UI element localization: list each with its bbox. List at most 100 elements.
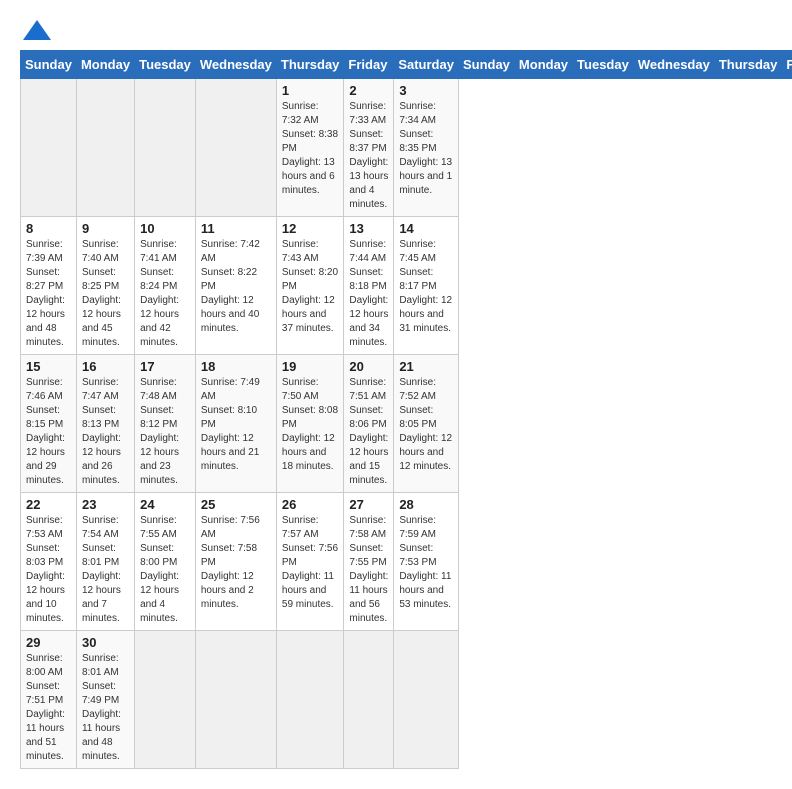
calendar-week-row: 8 Sunrise: 7:39 AMSunset: 8:27 PMDaylight… <box>21 217 792 355</box>
day-info: Sunrise: 8:01 AMSunset: 7:49 PMDaylight:… <box>82 652 129 764</box>
calendar-day-cell: 27 Sunrise: 7:58 AMSunset: 7:55 PMDayligh… <box>344 493 394 631</box>
day-number: 1 <box>282 83 339 98</box>
empty-day-cell <box>195 79 276 217</box>
day-number: 16 <box>82 359 129 374</box>
calendar-header-row: SundayMondayTuesdayWednesdayThursdayFrid… <box>21 51 792 79</box>
day-info: Sunrise: 7:52 AMSunset: 8:05 PMDaylight:… <box>399 376 453 474</box>
page-header <box>20 20 772 40</box>
day-of-week-friday: Friday <box>344 51 394 79</box>
day-number: 15 <box>26 359 71 374</box>
empty-day-cell <box>135 79 196 217</box>
day-info: Sunrise: 7:42 AMSunset: 8:22 PMDaylight:… <box>201 238 271 336</box>
day-info: Sunrise: 7:57 AMSunset: 7:56 PMDaylight:… <box>282 514 339 612</box>
day-number: 24 <box>140 497 190 512</box>
empty-day-cell <box>76 79 134 217</box>
day-number: 19 <box>282 359 339 374</box>
calendar-week-row: 1 Sunrise: 7:32 AMSunset: 8:38 PMDaylight… <box>21 79 792 217</box>
day-number: 27 <box>349 497 388 512</box>
day-number: 10 <box>140 221 190 236</box>
day-info: Sunrise: 7:56 AMSunset: 7:58 PMDaylight:… <box>201 514 271 612</box>
day-info: Sunrise: 7:58 AMSunset: 7:55 PMDaylight:… <box>349 514 388 626</box>
calendar-day-cell: 30 Sunrise: 8:01 AMSunset: 7:49 PMDayligh… <box>76 631 134 769</box>
weekday-header-thursday: Thursday <box>714 51 782 79</box>
calendar-day-cell: 20 Sunrise: 7:51 AMSunset: 8:06 PMDayligh… <box>344 355 394 493</box>
day-info: Sunrise: 7:40 AMSunset: 8:25 PMDaylight:… <box>82 238 129 350</box>
calendar-day-cell: 21 Sunrise: 7:52 AMSunset: 8:05 PMDayligh… <box>394 355 459 493</box>
calendar-day-cell: 25 Sunrise: 7:56 AMSunset: 7:58 PMDayligh… <box>195 493 276 631</box>
calendar-day-cell: 23 Sunrise: 7:54 AMSunset: 8:01 PMDayligh… <box>76 493 134 631</box>
day-info: Sunrise: 7:51 AMSunset: 8:06 PMDaylight:… <box>349 376 388 488</box>
calendar-table: SundayMondayTuesdayWednesdayThursdayFrid… <box>20 50 792 769</box>
weekday-header-tuesday: Tuesday <box>573 51 634 79</box>
empty-day-cell <box>21 79 77 217</box>
calendar-day-cell: 10 Sunrise: 7:41 AMSunset: 8:24 PMDayligh… <box>135 217 196 355</box>
calendar-week-row: 22Sunrise: 7:53 AMSunset: 8:03 PMDayligh… <box>21 493 792 631</box>
day-number: 20 <box>349 359 388 374</box>
day-info: Sunrise: 7:49 AMSunset: 8:10 PMDaylight:… <box>201 376 271 474</box>
day-number: 26 <box>282 497 339 512</box>
logo <box>20 20 51 40</box>
calendar-day-cell: 13 Sunrise: 7:44 AMSunset: 8:18 PMDayligh… <box>344 217 394 355</box>
day-of-week-wednesday: Wednesday <box>195 51 276 79</box>
day-number: 25 <box>201 497 271 512</box>
day-info: Sunrise: 7:41 AMSunset: 8:24 PMDaylight:… <box>140 238 190 350</box>
calendar-day-cell: 8 Sunrise: 7:39 AMSunset: 8:27 PMDaylight… <box>21 217 77 355</box>
weekday-header-friday: Friday <box>782 51 792 79</box>
day-info: Sunrise: 7:43 AMSunset: 8:20 PMDaylight:… <box>282 238 339 336</box>
day-info: Sunrise: 7:33 AMSunset: 8:37 PMDaylight:… <box>349 100 388 212</box>
empty-day-cell <box>394 631 459 769</box>
calendar-day-cell: 29 Sunrise: 8:00 AMSunset: 7:51 PMDayligh… <box>21 631 77 769</box>
day-number: 21 <box>399 359 453 374</box>
day-of-week-thursday: Thursday <box>276 51 344 79</box>
calendar-day-cell: 17Sunrise: 7:48 AMSunset: 8:12 PMDayligh… <box>135 355 196 493</box>
day-number: 18 <box>201 359 271 374</box>
day-info: Sunrise: 7:59 AMSunset: 7:53 PMDaylight:… <box>399 514 453 612</box>
day-number: 30 <box>82 635 129 650</box>
calendar-day-cell: 19 Sunrise: 7:50 AMSunset: 8:08 PMDayligh… <box>276 355 344 493</box>
day-info: Sunrise: 7:50 AMSunset: 8:08 PMDaylight:… <box>282 376 339 474</box>
day-info: Sunrise: 7:45 AMSunset: 8:17 PMDaylight:… <box>399 238 453 336</box>
calendar-day-cell: 3 Sunrise: 7:34 AMSunset: 8:35 PMDaylight… <box>394 79 459 217</box>
empty-day-cell <box>195 631 276 769</box>
day-number: 29 <box>26 635 71 650</box>
empty-day-cell <box>135 631 196 769</box>
weekday-header-sunday: Sunday <box>458 51 514 79</box>
empty-day-cell <box>344 631 394 769</box>
day-number: 23 <box>82 497 129 512</box>
day-of-week-tuesday: Tuesday <box>135 51 196 79</box>
calendar-day-cell: 2 Sunrise: 7:33 AMSunset: 8:37 PMDaylight… <box>344 79 394 217</box>
calendar-day-cell: 11 Sunrise: 7:42 AMSunset: 8:22 PMDayligh… <box>195 217 276 355</box>
day-number: 8 <box>26 221 71 236</box>
logo-icon <box>23 20 51 40</box>
day-number: 14 <box>399 221 453 236</box>
day-info: Sunrise: 7:39 AMSunset: 8:27 PMDaylight:… <box>26 238 71 350</box>
day-number: 12 <box>282 221 339 236</box>
day-info: Sunrise: 7:34 AMSunset: 8:35 PMDaylight:… <box>399 100 453 198</box>
calendar-day-cell: 15 Sunrise: 7:46 AMSunset: 8:15 PMDayligh… <box>21 355 77 493</box>
day-info: Sunrise: 7:55 AMSunset: 8:00 PMDaylight:… <box>140 514 190 626</box>
day-info: Sunrise: 7:54 AMSunset: 8:01 PMDaylight:… <box>82 514 129 626</box>
day-number: 3 <box>399 83 453 98</box>
day-number: 11 <box>201 221 271 236</box>
calendar-day-cell: 28Sunrise: 7:59 AMSunset: 7:53 PMDayligh… <box>394 493 459 631</box>
day-info: Sunrise: 7:44 AMSunset: 8:18 PMDaylight:… <box>349 238 388 350</box>
weekday-header-monday: Monday <box>514 51 572 79</box>
day-of-week-monday: Monday <box>76 51 134 79</box>
day-info: Sunrise: 8:00 AMSunset: 7:51 PMDaylight:… <box>26 652 71 764</box>
day-info: Sunrise: 7:48 AMSunset: 8:12 PMDaylight:… <box>140 376 190 488</box>
day-info: Sunrise: 7:32 AMSunset: 8:38 PMDaylight:… <box>282 100 339 198</box>
calendar-day-cell: 1 Sunrise: 7:32 AMSunset: 8:38 PMDaylight… <box>276 79 344 217</box>
calendar-day-cell: 24 Sunrise: 7:55 AMSunset: 8:00 PMDayligh… <box>135 493 196 631</box>
calendar-day-cell: 9Sunrise: 7:40 AMSunset: 8:25 PMDaylight… <box>76 217 134 355</box>
calendar-week-row: 15 Sunrise: 7:46 AMSunset: 8:15 PMDayligh… <box>21 355 792 493</box>
calendar-day-cell: 22Sunrise: 7:53 AMSunset: 8:03 PMDayligh… <box>21 493 77 631</box>
day-number: 13 <box>349 221 388 236</box>
day-of-week-saturday: Saturday <box>394 51 459 79</box>
day-of-week-sunday: Sunday <box>21 51 77 79</box>
day-info: Sunrise: 7:46 AMSunset: 8:15 PMDaylight:… <box>26 376 71 488</box>
calendar-day-cell: 12 Sunrise: 7:43 AMSunset: 8:20 PMDayligh… <box>276 217 344 355</box>
calendar-week-row: 29 Sunrise: 8:00 AMSunset: 7:51 PMDayligh… <box>21 631 792 769</box>
calendar-day-cell: 16Sunrise: 7:47 AMSunset: 8:13 PMDayligh… <box>76 355 134 493</box>
day-number: 2 <box>349 83 388 98</box>
empty-day-cell <box>276 631 344 769</box>
